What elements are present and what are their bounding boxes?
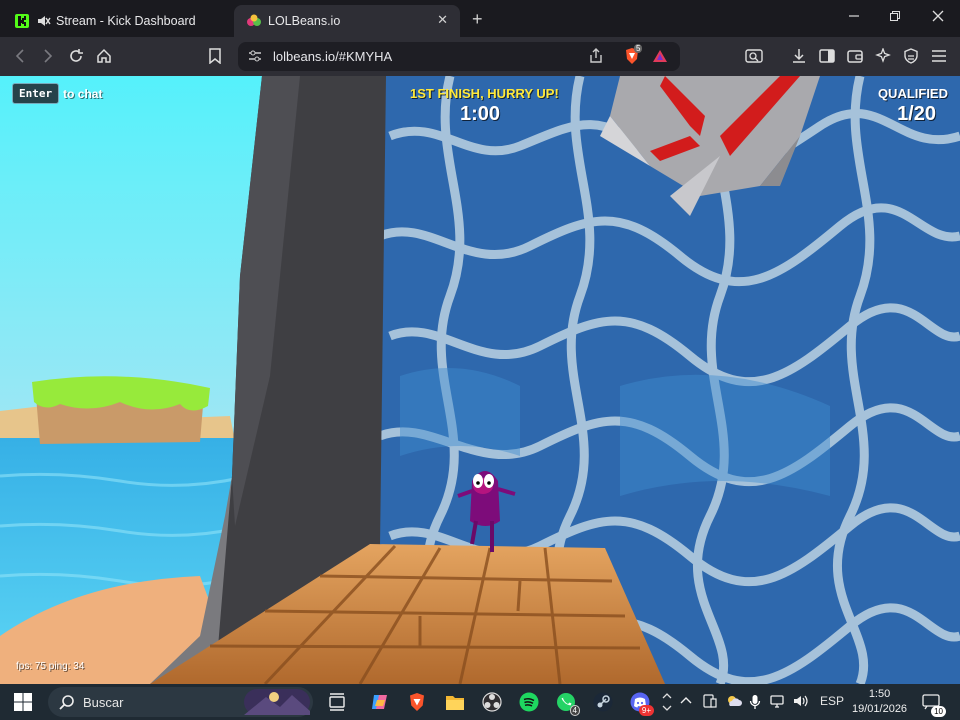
start-button-icon[interactable]: [12, 691, 34, 713]
spotify-icon[interactable]: [518, 691, 540, 713]
lolbeans-logo-icon: [246, 13, 262, 29]
weather-icon[interactable]: [726, 694, 742, 711]
share-icon[interactable]: [588, 48, 604, 69]
game-viewport[interactable]: Enter to chat 1ST FINISH, HURRY UP! 1:00…: [0, 76, 960, 684]
task-view-icon[interactable]: [326, 691, 348, 713]
tab-title: Stream - Kick Dashboard: [56, 14, 196, 28]
search-placeholder: Buscar: [83, 695, 124, 710]
downloads-icon[interactable]: [789, 46, 809, 66]
search-icon: [59, 695, 74, 715]
home-icon[interactable]: [94, 46, 114, 66]
qualified-count: 1/20: [897, 103, 936, 125]
brave-rewards-icon[interactable]: [652, 49, 668, 68]
windows-taskbar: Buscar 4 9+ ESP 1:50 19/01/2026 10: [0, 684, 960, 720]
minimize-icon[interactable]: [848, 9, 860, 25]
qualified-label: QUALIFIED: [877, 86, 948, 101]
scroll-taskbar-icon[interactable]: [660, 691, 674, 713]
menu-icon[interactable]: [929, 46, 949, 66]
chat-hint-text: to chat: [63, 86, 103, 101]
copilot-icon[interactable]: [369, 691, 391, 713]
finish-notice: 1ST FINISH, HURRY UP!: [410, 86, 559, 101]
whatsapp-icon[interactable]: 4: [555, 691, 580, 716]
bookmark-icon[interactable]: [205, 46, 225, 66]
clock[interactable]: 1:50 19/01/2026: [852, 687, 907, 717]
language-indicator[interactable]: ESP: [820, 694, 844, 708]
browser-toolbar: lolbeans.io/#KMYHA 5: [0, 37, 960, 76]
address-bar[interactable]: lolbeans.io/#KMYHA 5: [238, 42, 680, 71]
steam-icon[interactable]: [592, 691, 614, 713]
discord-icon[interactable]: 9+: [629, 691, 654, 716]
url-text[interactable]: lolbeans.io/#KMYHA: [273, 49, 392, 64]
brave-taskbar-icon[interactable]: [406, 691, 428, 713]
network-icon[interactable]: [770, 694, 786, 711]
clock-time: 1:50: [868, 688, 891, 700]
enter-key[interactable]: Enter: [12, 83, 60, 104]
whatsapp-badge: 4: [569, 705, 580, 716]
tab-title: LOLBeans.io: [268, 14, 341, 28]
kick-logo-icon: [14, 13, 30, 29]
search-highlight-image: [244, 689, 310, 720]
restore-icon[interactable]: [889, 9, 901, 25]
tab-strip: Stream - Kick Dashboard LOLBeans.io ✕ +: [0, 0, 960, 37]
file-explorer-icon[interactable]: [444, 691, 466, 713]
clock-date: 19/01/2026: [852, 703, 908, 715]
devices-icon[interactable]: [703, 694, 717, 711]
back-icon[interactable]: [10, 46, 30, 66]
game-scene: [0, 76, 960, 684]
site-settings-icon[interactable]: [248, 49, 262, 68]
reader-mode-icon[interactable]: [744, 46, 764, 66]
tab-kick-dashboard[interactable]: Stream - Kick Dashboard: [2, 5, 228, 37]
tab-lolbeans[interactable]: LOLBeans.io ✕: [234, 5, 460, 37]
notifications-icon[interactable]: 10: [920, 691, 946, 717]
brave-shields-icon[interactable]: 5: [623, 44, 643, 70]
close-tab-icon[interactable]: ✕: [437, 12, 448, 28]
notifications-count: 10: [931, 706, 946, 717]
new-tab-button[interactable]: +: [472, 9, 483, 30]
shield-count-badge: 5: [634, 44, 643, 53]
reload-icon[interactable]: [66, 46, 86, 66]
close-window-icon[interactable]: [932, 9, 944, 25]
round-timer: 1:00: [460, 103, 501, 125]
chat-hint: Enter to chat: [12, 83, 102, 104]
leo-ai-icon[interactable]: [873, 46, 893, 66]
show-hidden-icons[interactable]: [680, 694, 692, 709]
vpn-icon[interactable]: [901, 46, 921, 66]
wallet-icon[interactable]: [845, 46, 865, 66]
taskbar-search[interactable]: Buscar: [48, 687, 313, 717]
obs-icon[interactable]: [481, 691, 503, 713]
sidebar-toggle-icon[interactable]: [817, 46, 837, 66]
discord-badge: 9+: [638, 705, 654, 716]
forward-icon[interactable]: [38, 46, 58, 66]
muted-speaker-icon[interactable]: [36, 13, 52, 29]
microphone-icon[interactable]: [749, 694, 761, 713]
volume-icon[interactable]: [793, 694, 809, 711]
fps-ping-stats: fps: 75 ping: 34: [16, 661, 85, 672]
